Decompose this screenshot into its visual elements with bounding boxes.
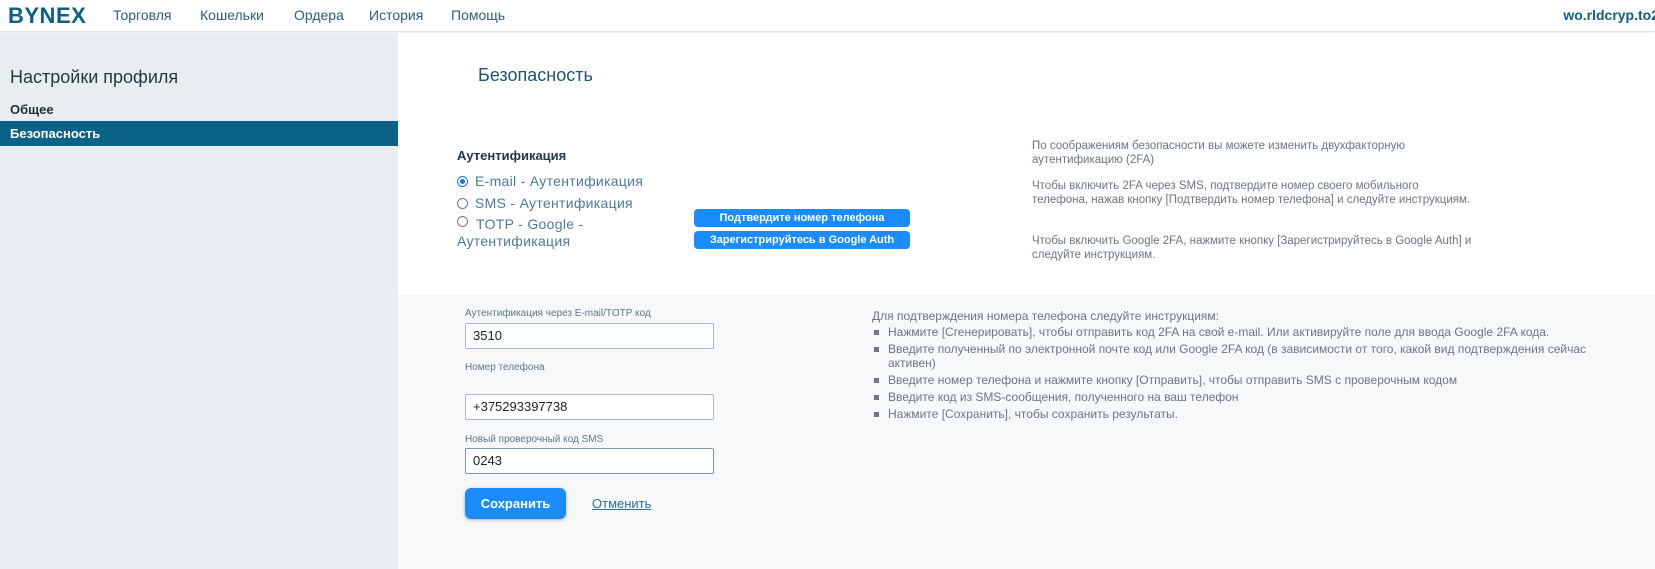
sidebar-item-security[interactable]: Безопасность xyxy=(0,121,398,146)
radio-button-checked[interactable] xyxy=(457,176,468,187)
sidebar-item-general[interactable]: Общее xyxy=(0,97,398,122)
sidebar-title: Настройки профиля xyxy=(10,67,179,87)
main-content: Безопасность Аутентификация E-mail - Аут… xyxy=(398,33,1655,569)
confirm-phone-button[interactable]: Подтвердите номер телефона xyxy=(694,209,910,227)
instructions-title: Для подтверждения номера телефона следуй… xyxy=(872,309,1219,323)
auth-heading: Аутентификация xyxy=(457,148,567,163)
list-item: Введите номер телефона и нажмите кнопку … xyxy=(872,373,1632,387)
code-label: Аутентификация через E-mail/TOTP код xyxy=(465,308,651,319)
google-auth-button[interactable]: Зарегистрируйтесь в Google Auth xyxy=(694,231,910,249)
list-item: Нажмите [Сгенерировать], чтобы отправить… xyxy=(872,325,1632,339)
list-item: Введите код из SMS-сообщения, полученног… xyxy=(872,390,1632,404)
list-item: Введите полученный по электронной почте … xyxy=(872,342,1632,370)
radio-email-label: E-mail - Аутентификация xyxy=(475,173,644,189)
nav-trade[interactable]: Торговля xyxy=(113,7,171,23)
logo[interactable]: BYNEX xyxy=(8,3,86,29)
save-button[interactable]: Сохранить xyxy=(465,488,566,519)
radio-button[interactable] xyxy=(457,198,468,209)
cancel-link[interactable]: Отменить xyxy=(592,496,651,511)
info-text-google: Чтобы включить Google 2FA, нажмите кнопк… xyxy=(1032,235,1472,261)
top-navbar: BYNEX Торговля Кошельки Ордера История П… xyxy=(0,0,1655,32)
sms-code-input[interactable]: 0243 xyxy=(465,448,714,474)
radio-totp-auth[interactable]: TOTP - Google - Аутентификация xyxy=(457,216,687,250)
radio-totp-label: TOTP - Google - Аутентификация xyxy=(457,216,584,249)
radio-button[interactable] xyxy=(457,216,468,227)
radio-email-auth[interactable]: E-mail - Аутентификация xyxy=(457,173,643,189)
nav-help[interactable]: Помощь xyxy=(451,7,505,23)
page-title: Безопасность xyxy=(478,65,593,85)
info-text-sms: Чтобы включить 2FA через SMS, подтвердит… xyxy=(1032,180,1471,206)
instructions-list: Нажмите [Сгенерировать], чтобы отправить… xyxy=(872,325,1632,424)
phone-input[interactable]: +375293397738 xyxy=(465,394,714,420)
nav-history[interactable]: История xyxy=(369,7,423,23)
radio-sms-auth[interactable]: SMS - Аутентификация xyxy=(457,195,633,211)
user-menu[interactable]: wo.rldcryp.to2 xyxy=(1563,7,1655,23)
radio-sms-label: SMS - Аутентификация xyxy=(475,195,633,211)
list-item: Нажмите [Сохранить], чтобы сохранить рез… xyxy=(872,407,1632,421)
sms-code-label: Новый проверочный код SMS xyxy=(465,434,604,445)
nav-orders[interactable]: Ордера xyxy=(294,7,344,23)
code-input[interactable]: 3510 xyxy=(465,323,714,349)
nav-wallets[interactable]: Кошельки xyxy=(200,7,264,23)
phone-label: Номер телефона xyxy=(465,362,545,373)
phone-confirm-form: Аутентификация через E-mail/TOTP код 351… xyxy=(398,295,1655,569)
sidebar: Настройки профиля Общее Безопасность xyxy=(0,33,398,569)
info-text-2fa: По соображениям безопасности вы можете и… xyxy=(1032,140,1406,166)
